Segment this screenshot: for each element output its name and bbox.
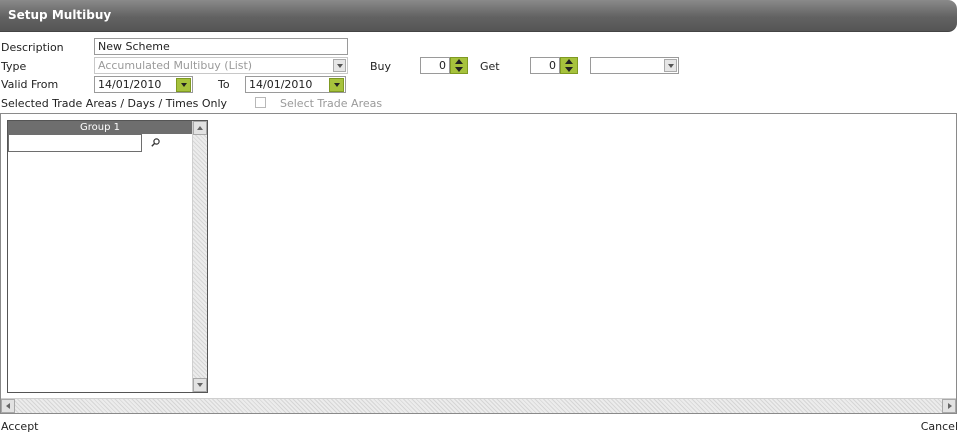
select-trade-areas-link[interactable]: Select Trade Areas bbox=[280, 97, 382, 110]
get-decrement-icon[interactable] bbox=[565, 67, 573, 72]
type-dropdown-icon[interactable] bbox=[333, 59, 346, 72]
valid-to-calendar-dropdown-icon[interactable] bbox=[329, 78, 344, 92]
selected-trade-areas-checkbox[interactable] bbox=[255, 97, 266, 108]
buy-label: Buy bbox=[370, 60, 392, 73]
type-select[interactable]: Accumulated Multibuy (List) bbox=[94, 57, 348, 74]
description-input-value: New Scheme bbox=[98, 40, 170, 53]
valid-from-label: Valid From bbox=[1, 78, 59, 91]
group-search-input[interactable] bbox=[8, 134, 142, 152]
valid-to-date-value: 14/01/2010 bbox=[249, 78, 313, 91]
valid-from-date-value: 14/01/2010 bbox=[98, 78, 162, 91]
group-panel: Group 1 bbox=[7, 120, 208, 393]
buy-value[interactable]: 0 bbox=[420, 57, 450, 74]
valid-from-date-input[interactable]: 14/01/2010 bbox=[94, 76, 193, 93]
group-panel-vertical-scrollbar[interactable] bbox=[192, 121, 207, 392]
type-label: Type bbox=[1, 60, 27, 73]
accept-button[interactable]: Accept bbox=[1, 420, 39, 433]
groups-canvas-horizontal-scrollbar[interactable] bbox=[1, 398, 956, 413]
canvas-scroll-right-icon[interactable] bbox=[942, 399, 956, 413]
get-unit-select[interactable] bbox=[590, 57, 679, 74]
type-select-value: Accumulated Multibuy (List) bbox=[98, 59, 253, 72]
group-scroll-up-icon[interactable] bbox=[193, 121, 207, 135]
window-title: Setup Multibuy bbox=[8, 8, 112, 22]
to-label: To bbox=[218, 78, 230, 91]
cancel-button[interactable]: Cancel bbox=[921, 420, 958, 433]
buy-increment-icon[interactable] bbox=[455, 59, 463, 64]
buy-spinner-icon[interactable] bbox=[450, 57, 468, 74]
valid-from-calendar-dropdown-icon[interactable] bbox=[176, 78, 191, 92]
group-header: Group 1 bbox=[8, 121, 192, 134]
groups-canvas: Group 1 bbox=[0, 113, 957, 414]
window-titlebar: Setup Multibuy bbox=[0, 0, 957, 32]
canvas-scroll-left-icon[interactable] bbox=[1, 399, 15, 413]
search-icon[interactable] bbox=[151, 138, 160, 147]
description-label: Description bbox=[1, 41, 64, 54]
get-increment-icon[interactable] bbox=[565, 59, 573, 64]
get-label: Get bbox=[480, 60, 500, 73]
buy-stepper[interactable]: 0 bbox=[420, 57, 468, 74]
group-scroll-down-icon[interactable] bbox=[193, 378, 207, 392]
description-input[interactable]: New Scheme bbox=[94, 38, 348, 55]
get-stepper[interactable]: 0 bbox=[530, 57, 578, 74]
valid-to-date-input[interactable]: 14/01/2010 bbox=[245, 76, 346, 93]
get-spinner-icon[interactable] bbox=[560, 57, 578, 74]
selected-trade-areas-label: Selected Trade Areas / Days / Times Only bbox=[1, 97, 228, 110]
buy-decrement-icon[interactable] bbox=[455, 67, 463, 72]
get-value[interactable]: 0 bbox=[530, 57, 560, 74]
get-unit-dropdown-icon[interactable] bbox=[664, 59, 677, 72]
